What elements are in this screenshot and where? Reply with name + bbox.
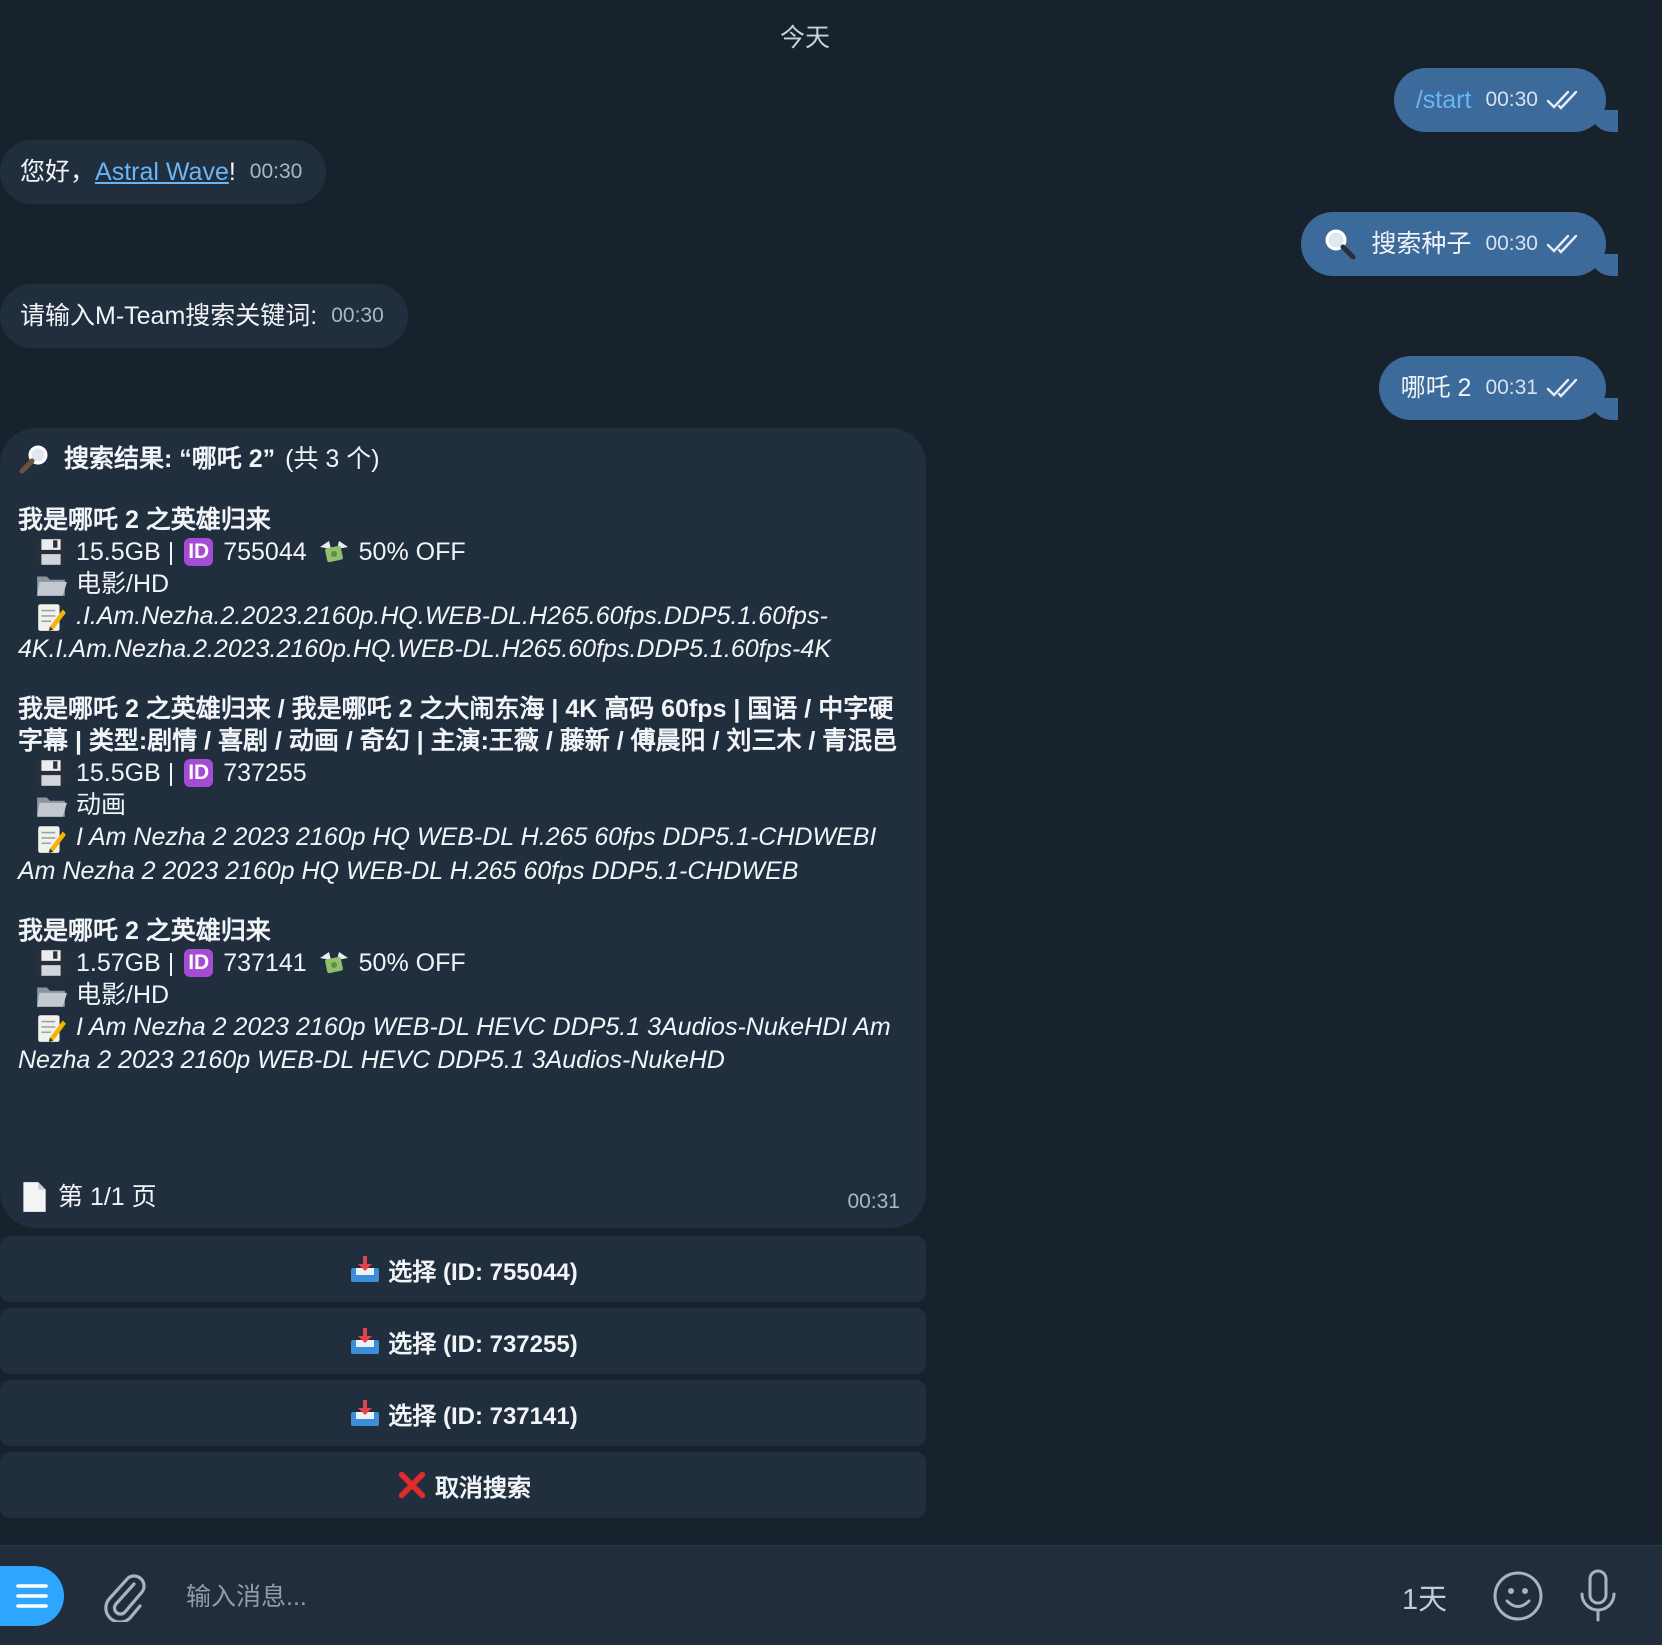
floppy-disk-icon: [34, 536, 68, 568]
result-item: 我是哪吒 2 之英雄归来 / 我是哪吒 2 之大闹东海 | 4K 高码 60fp…: [18, 693, 906, 886]
select-button-737255[interactable]: 选择 (ID: 737255): [0, 1308, 926, 1374]
memo-icon: [34, 601, 68, 633]
page-icon: [18, 1180, 50, 1214]
message-composer: 1天: [0, 1545, 1662, 1645]
memo-icon: [34, 823, 68, 855]
result-description: I Am Nezha 2 2023 2160p HQ WEB-DL H.265 …: [18, 823, 877, 885]
button-label: 选择 (ID: 737255): [388, 1330, 578, 1358]
menu-icon: [16, 1584, 48, 1608]
result-id: 737141: [223, 948, 307, 977]
id-badge-icon: ID: [184, 948, 214, 977]
id-badge-icon: ID: [184, 538, 214, 566]
outgoing-message-search[interactable]: 搜索种子 00:30: [1301, 212, 1618, 276]
incoming-message-prompt[interactable]: 请输入M-Team搜索关键词: 00:30: [0, 284, 408, 348]
floppy-disk-icon: [34, 757, 68, 789]
folder-icon: [34, 789, 68, 821]
button-label: 取消搜索: [435, 1474, 531, 1502]
result-description: .I.Am.Nezha.2.2023.2160p.HQ.WEB-DL.H265.…: [18, 602, 831, 664]
select-button-737141[interactable]: 选择 (ID: 737141): [0, 1380, 926, 1446]
message-time: 00:30: [1485, 232, 1538, 255]
results-heading-text: 搜索结果: “哪吒 2”: [64, 445, 276, 473]
message-time: 00:30: [249, 160, 303, 183]
double-check-icon: [1546, 89, 1580, 111]
result-item: 我是哪吒 2 之英雄归来 15.5GB | ID 755044 50% OFF …: [18, 504, 906, 665]
result-discount: 50% OFF: [358, 538, 466, 566]
outgoing-message-query[interactable]: 哪吒 2 00:31: [1378, 356, 1619, 420]
result-category: 电影/HD: [76, 570, 170, 598]
microphone-icon[interactable]: [1576, 1568, 1620, 1624]
results-heading: 搜索结果: “哪吒 2” (共 3 个): [18, 442, 906, 476]
message-time: 00:30: [331, 304, 384, 327]
result-description-row: I Am Nezha 2 2023 2160p WEB-DL HEVC DDP5…: [18, 1011, 906, 1076]
double-check-icon: [1546, 377, 1580, 399]
bot-menu-button[interactable]: [0, 1566, 64, 1626]
message-text: 哪吒 2: [1400, 374, 1472, 402]
search-results-message[interactable]: 搜索结果: “哪吒 2” (共 3 个) 我是哪吒 2 之英雄归来 15.5GB…: [0, 428, 926, 1228]
result-id: 755044: [223, 538, 307, 566]
money-wings-icon: [317, 947, 351, 979]
page-indicator: 第 1/1 页: [58, 1183, 157, 1211]
result-discount: 50% OFF: [358, 948, 466, 977]
result-size: 1.57GB |: [76, 948, 175, 977]
message-input[interactable]: [184, 1576, 1188, 1618]
result-meta: 15.5GB | ID 755044 50% OFF: [18, 536, 906, 568]
greeting-prefix: 您好，: [20, 158, 96, 186]
magnifier-icon: [19, 445, 48, 474]
results-count: (共 3 个): [285, 445, 380, 473]
select-button-755044[interactable]: 选择 (ID: 755044): [0, 1236, 926, 1302]
user-mention-link[interactable]: Astral Wave: [95, 156, 229, 188]
message-text: 请输入M-Team搜索关键词:: [20, 302, 318, 330]
result-id: 737255: [223, 759, 307, 788]
result-description: I Am Nezha 2 2023 2160p WEB-DL HEVC DDP5…: [18, 1012, 891, 1075]
incoming-message-greeting[interactable]: 您好， Astral Wave ! 00:30: [0, 140, 327, 204]
money-wings-icon: [317, 536, 351, 568]
memo-icon: [34, 1012, 68, 1044]
id-badge-icon: ID: [184, 759, 214, 788]
date-separator: 今天: [779, 24, 830, 52]
result-meta: 15.5GB | ID 737255: [18, 757, 906, 789]
result-description-row: I Am Nezha 2 2023 2160p HQ WEB-DL H.265 …: [18, 821, 906, 886]
button-label: 选择 (ID: 737141): [388, 1402, 578, 1430]
folder-icon: [34, 979, 68, 1011]
pagination: 第 1/1 页: [18, 1180, 157, 1214]
result-description-row: .I.Am.Nezha.2.2023.2160p.HQ.WEB-DL.H265.…: [18, 600, 906, 665]
message-time: 00:31: [1485, 376, 1538, 399]
greeting-suffix: !: [228, 158, 236, 186]
inbox-tray-icon: [348, 1397, 382, 1429]
result-title: 我是哪吒 2 之英雄归来: [18, 916, 271, 945]
magnifier-icon: [1325, 229, 1356, 260]
inbox-tray-icon: [348, 1325, 382, 1357]
message-text: 搜索种子: [1371, 230, 1472, 258]
result-category-row: 电影/HD: [18, 568, 906, 600]
result-title: 我是哪吒 2 之英雄归来: [18, 506, 271, 534]
inbox-tray-icon: [348, 1253, 382, 1285]
button-label: 选择 (ID: 755044): [388, 1258, 578, 1286]
result-title: 我是哪吒 2 之英雄归来 / 我是哪吒 2 之大闹东海 | 4K 高码 60fp…: [18, 695, 898, 756]
result-category: 电影/HD: [76, 980, 170, 1009]
outgoing-message-start[interactable]: /start 00:30: [1393, 68, 1619, 132]
folder-icon: [34, 568, 68, 600]
result-category-row: 电影/HD: [18, 979, 906, 1011]
cancel-search-button[interactable]: 取消搜索: [0, 1452, 926, 1518]
result-meta: 1.57GB | ID 737141 50% OFF: [18, 947, 906, 979]
result-item: 我是哪吒 2 之英雄归来 1.57GB | ID 737141 50% OFF …: [18, 915, 906, 1076]
floppy-disk-icon: [34, 947, 68, 979]
result-size: 15.5GB |: [76, 759, 175, 788]
auto-delete-timer[interactable]: 1天: [1402, 1576, 1447, 1618]
message-time: 00:30: [1485, 88, 1538, 111]
message-time: 00:31: [847, 1190, 900, 1213]
paperclip-icon[interactable]: [100, 1570, 148, 1622]
result-category-row: 动画: [18, 789, 906, 821]
result-size: 15.5GB |: [76, 538, 175, 566]
double-check-icon: [1546, 233, 1580, 255]
emoji-icon[interactable]: [1492, 1570, 1544, 1622]
cross-mark-icon: [398, 1471, 426, 1499]
result-category: 动画: [76, 791, 127, 820]
command-link[interactable]: /start: [1416, 84, 1472, 116]
